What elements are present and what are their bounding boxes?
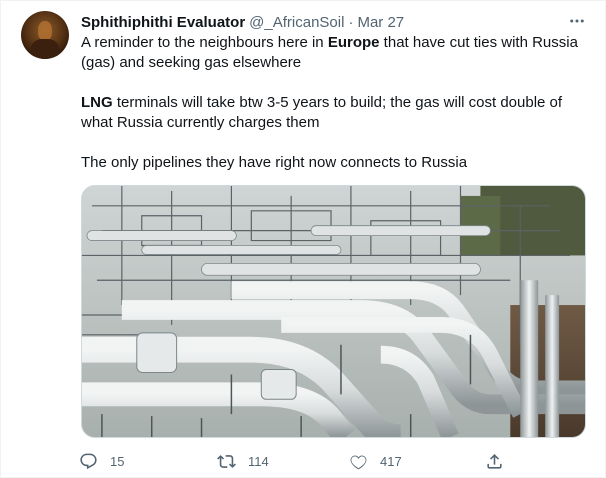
tweet-paragraph: The only pipelines they have right now c… <box>81 153 591 173</box>
reply-icon <box>80 453 97 469</box>
more-options-button[interactable] <box>567 13 587 29</box>
share-icon <box>487 453 502 469</box>
photo-of-gas-pipelines <box>82 186 585 437</box>
author-display-name[interactable]: Sphithiphithi Evaluator <box>81 14 245 31</box>
tweet-text-run: A reminder to the neighbours here in <box>81 34 328 51</box>
header-separator: · <box>348 13 354 31</box>
retweet-icon <box>217 454 236 468</box>
tweet-media-photo[interactable] <box>81 185 586 438</box>
tweet-date[interactable]: Mar 27 <box>357 14 404 31</box>
tweet-text-run: The only pipelines they have right now c… <box>81 154 468 171</box>
tweet-text: A reminder to the neighbours here in Eur… <box>81 33 591 193</box>
tweet-actions: 15 114 417 <box>79 449 509 473</box>
heart-icon <box>350 455 367 469</box>
avatar-face <box>38 21 52 41</box>
tweet-header: Sphithiphithi Evaluator @_AfricanSoil · … <box>81 12 404 32</box>
like-count: 417 <box>380 453 402 469</box>
reply-button[interactable]: 15 <box>79 449 124 473</box>
more-horizontal-icon <box>570 19 584 23</box>
tweet-paragraph: A reminder to the neighbours here in Eur… <box>81 33 591 73</box>
tweet-text-bold-run: Europe <box>327 34 380 51</box>
retweet-count: 114 <box>248 453 269 469</box>
author-handle[interactable]: @_AfricanSoil <box>249 14 344 31</box>
like-button[interactable]: 417 <box>349 449 402 473</box>
share-button[interactable] <box>485 449 504 473</box>
tweet-text-run: terminals will take btw 3-5 years to bui… <box>81 94 563 131</box>
avatar-body <box>31 39 59 59</box>
retweet-button[interactable]: 114 <box>217 449 269 473</box>
tweet-card[interactable]: Sphithiphithi Evaluator @_AfricanSoil · … <box>0 0 606 478</box>
tweet-text-bold-run: LNG <box>81 94 113 111</box>
reply-count: 15 <box>110 453 125 469</box>
avatar[interactable] <box>21 11 69 59</box>
tweet-paragraph: LNG terminals will take btw 3-5 years to… <box>81 93 591 133</box>
